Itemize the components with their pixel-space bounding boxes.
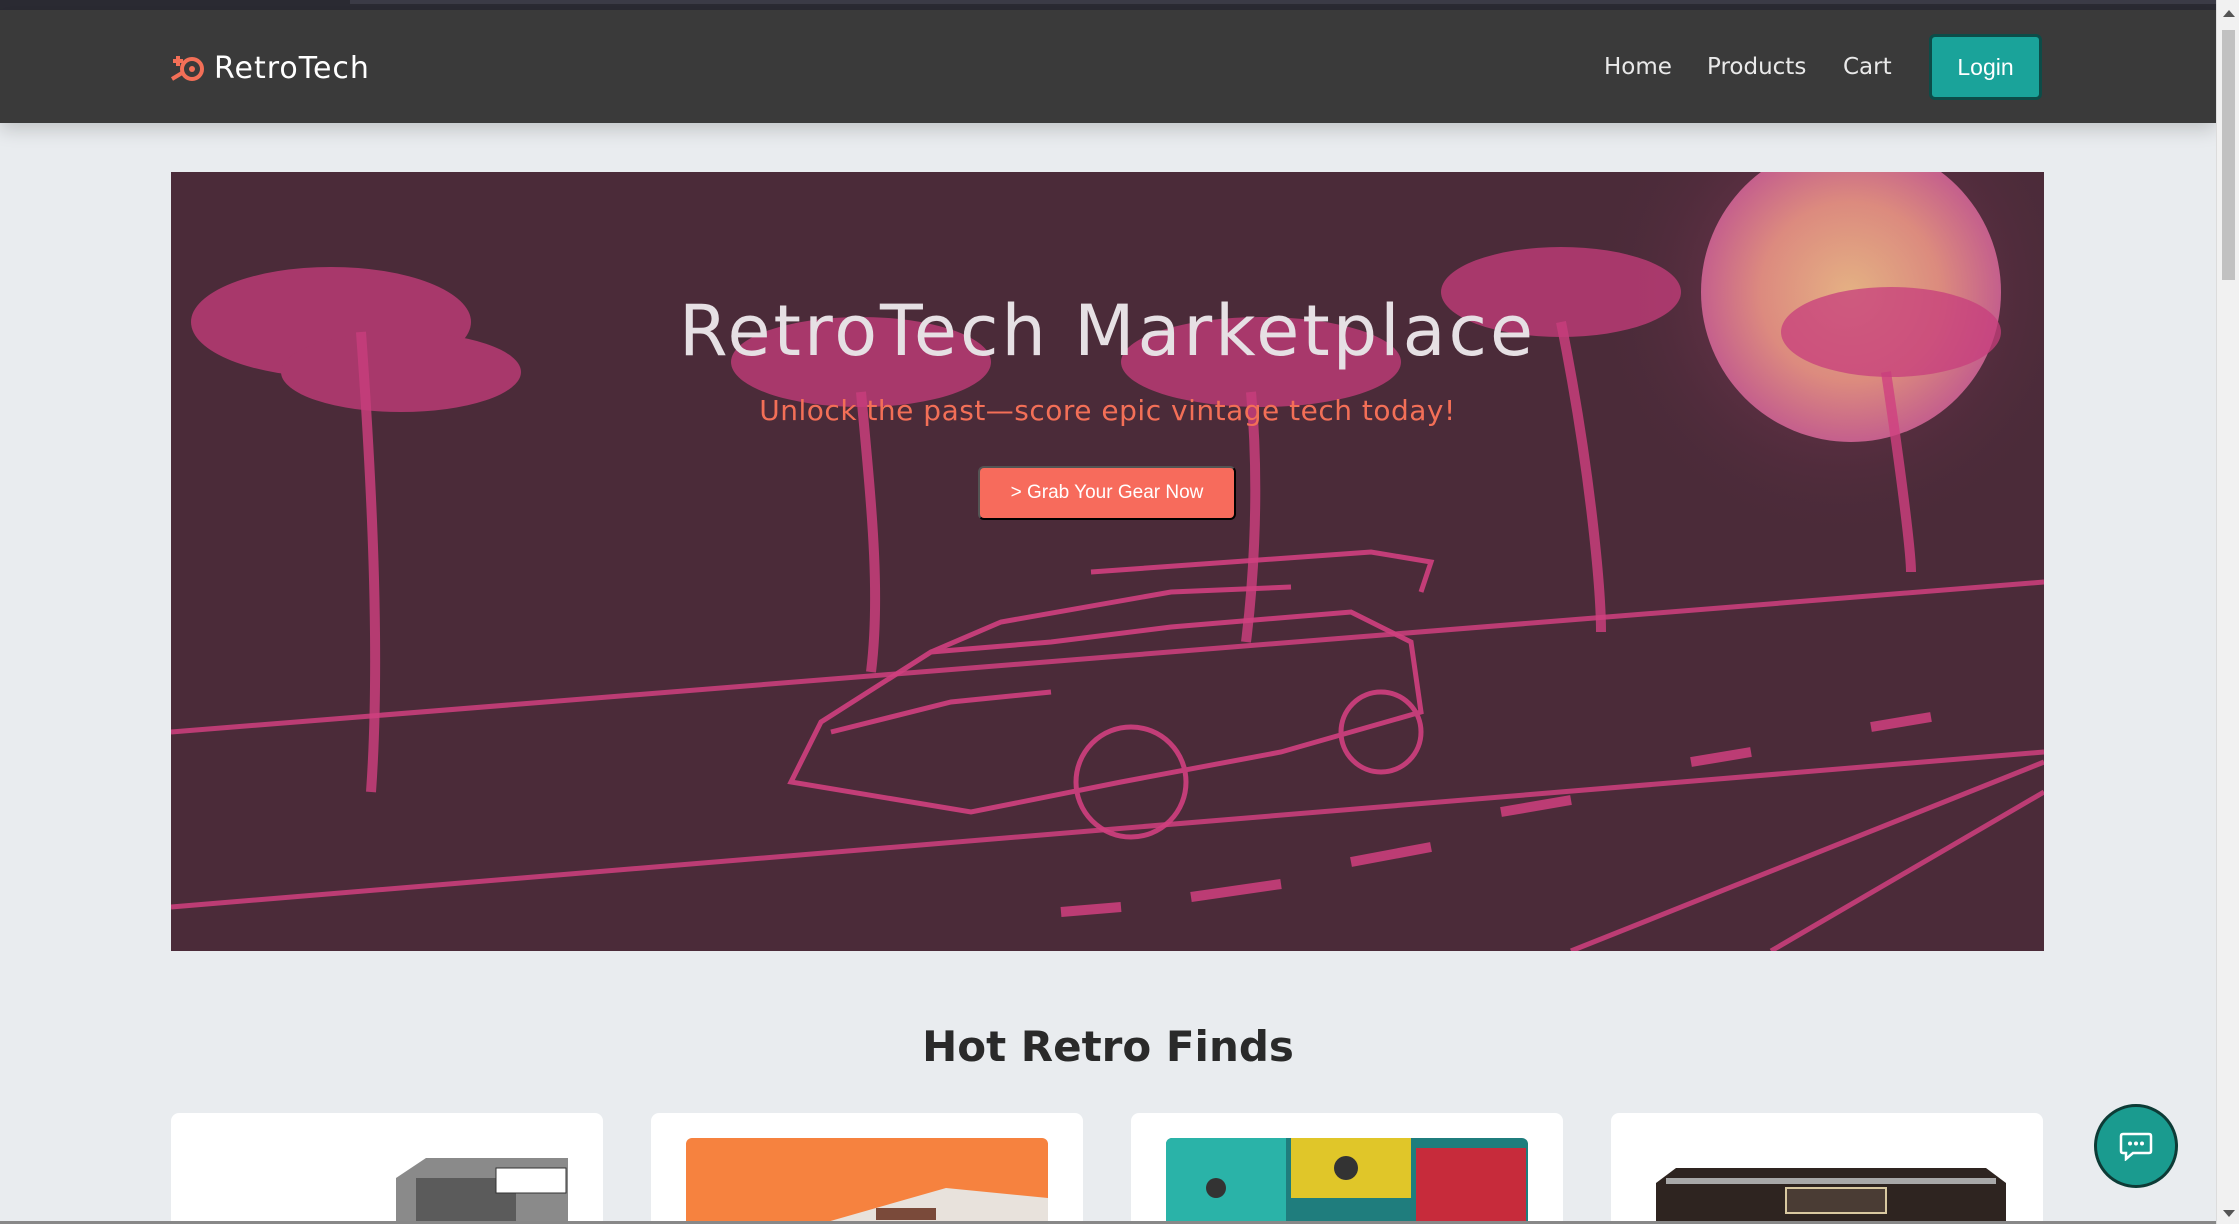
brand-logo[interactable]: RetroTech <box>170 48 370 88</box>
navbar: RetroTech Home Products Cart Login <box>0 10 2216 123</box>
browser-top-strip <box>0 0 2216 10</box>
product-image <box>206 1138 568 1224</box>
scroll-up-icon[interactable] <box>2223 10 2235 17</box>
chat-bubble-icon <box>2119 1132 2153 1161</box>
brand-name: RetroTech <box>214 50 370 86</box>
hero-banner: RetroTech Marketplace Unlock the past—sc… <box>171 172 2044 951</box>
product-card[interactable] <box>1611 1113 2043 1224</box>
browser-tab-bar <box>350 0 2216 4</box>
scroll-down-icon[interactable] <box>2223 1210 2235 1217</box>
section-title: Hot Retro Finds <box>922 1022 1294 1071</box>
gamepad-icon <box>170 56 204 81</box>
product-card[interactable] <box>171 1113 603 1224</box>
nav-link-cart[interactable]: Cart <box>1843 54 1892 80</box>
scroll-thumb[interactable] <box>2222 30 2235 280</box>
product-card[interactable] <box>1131 1113 1563 1224</box>
product-image <box>686 1138 1048 1224</box>
hero-background-image <box>171 172 2044 951</box>
product-card[interactable] <box>651 1113 1083 1224</box>
nav-link-products[interactable]: Products <box>1707 54 1806 80</box>
chat-button[interactable] <box>2094 1104 2178 1188</box>
nav-link-home[interactable]: Home <box>1604 54 1672 80</box>
page-scrollbar[interactable] <box>2216 0 2239 1224</box>
hero-title: RetroTech Marketplace <box>678 290 1537 372</box>
login-button[interactable]: Login <box>1929 34 2042 100</box>
hero-subtitle: Unlock the past—score epic vintage tech … <box>759 394 1456 427</box>
product-image <box>1646 1138 2008 1224</box>
product-image <box>1166 1138 1528 1224</box>
grab-gear-button[interactable]: > Grab Your Gear Now <box>978 466 1236 520</box>
